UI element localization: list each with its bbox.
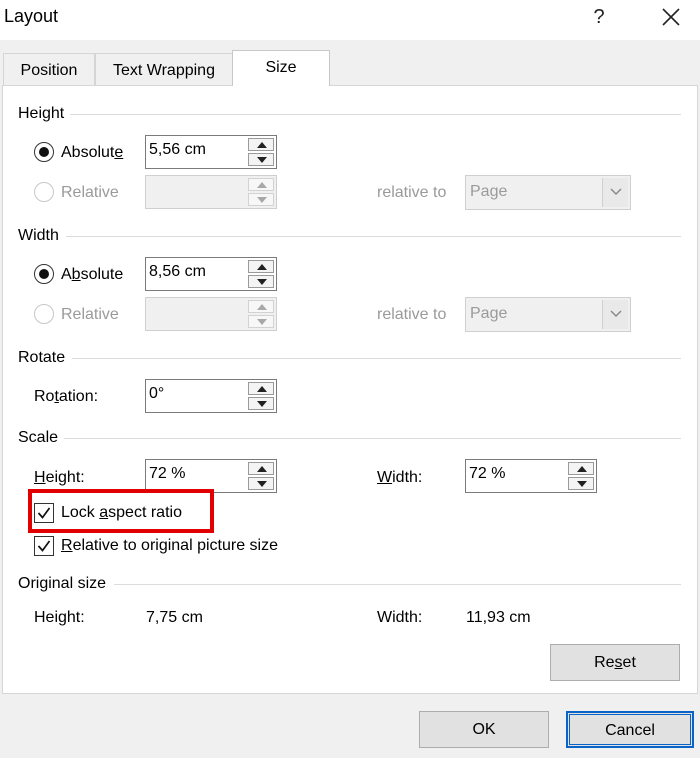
chevron-down-icon [610, 310, 622, 318]
height-absolute-label: Absolute [61, 144, 124, 161]
width-relative-decrement[interactable] [248, 315, 274, 328]
tab-size[interactable]: Size [232, 50, 330, 86]
height-relative-increment[interactable] [248, 178, 274, 191]
original-size-section-label: Original size [18, 575, 107, 592]
tab-text-wrapping[interactable]: Text Wrapping [95, 53, 233, 86]
section-divider [114, 584, 681, 585]
tab-position[interactable]: Position [3, 53, 95, 86]
width-relative-increment[interactable] [248, 300, 274, 313]
section-divider [70, 114, 681, 115]
arrow-down-icon [257, 197, 267, 203]
scale-height-input[interactable]: 72 % [145, 459, 277, 493]
section-divider [72, 358, 681, 359]
arrow-up-icon [257, 182, 267, 188]
rotation-label: Rotation: [34, 388, 99, 405]
height-absolute-radio[interactable] [34, 142, 54, 162]
arrow-up-icon [577, 466, 587, 472]
chevron-down-icon [610, 188, 622, 196]
width-relative-input[interactable] [145, 297, 277, 331]
scale-width-label: Width: [377, 469, 423, 486]
scale-width-input[interactable]: 72 % [465, 459, 597, 493]
arrow-up-icon [257, 142, 267, 148]
arrow-up-icon [257, 304, 267, 310]
height-relative-input[interactable] [145, 175, 277, 209]
width-absolute-radio[interactable] [34, 264, 54, 284]
window-title: Layout [4, 6, 59, 26]
arrow-up-icon [257, 466, 267, 472]
width-relative-to-select[interactable]: Page [465, 297, 631, 332]
scale-section-label: Scale [18, 429, 59, 446]
original-height-label: Height: [34, 609, 85, 626]
highlight-box [28, 489, 214, 533]
width-absolute-increment[interactable] [248, 260, 274, 273]
scale-height-increment[interactable] [248, 462, 274, 475]
height-section-label: Height [18, 105, 65, 122]
height-absolute-increment[interactable] [248, 138, 274, 151]
reset-button[interactable]: Reset [550, 644, 680, 681]
cancel-button[interactable]: Cancel [566, 711, 694, 748]
height-relative-to-select[interactable]: Page [465, 175, 631, 210]
relative-to-original-checkbox[interactable] [34, 536, 54, 556]
title-bar: Layout ? [0, 0, 700, 40]
height-absolute-decrement[interactable] [248, 153, 274, 166]
width-relative-label: Relative [61, 306, 119, 323]
rotate-section-label: Rotate [18, 349, 66, 366]
section-divider [64, 438, 681, 439]
scale-height-decrement[interactable] [248, 477, 274, 490]
width-absolute-input[interactable]: 8,56 cm [145, 257, 277, 291]
section-divider [66, 236, 681, 237]
height-relative-decrement[interactable] [248, 193, 274, 206]
width-absolute-decrement[interactable] [248, 275, 274, 288]
rotation-input[interactable]: 0° [145, 379, 277, 413]
close-icon [662, 8, 680, 26]
arrow-down-icon [257, 319, 267, 325]
scale-width-increment[interactable] [568, 462, 594, 475]
original-width-value: 11,93 cm [466, 609, 531, 626]
rotation-decrement[interactable] [248, 397, 274, 410]
arrow-down-icon [257, 279, 267, 285]
relative-to-original-label: Relative to original picture size [61, 537, 278, 554]
height-relative-to-label: relative to [377, 184, 447, 201]
height-relative-label: Relative [61, 184, 119, 201]
height-relative-radio[interactable] [34, 182, 54, 202]
arrow-down-icon [257, 401, 267, 407]
close-button[interactable] [656, 2, 686, 32]
help-button[interactable]: ? [588, 3, 610, 31]
arrow-up-icon [257, 386, 267, 392]
ok-button[interactable]: OK [419, 711, 549, 748]
arrow-down-icon [257, 481, 267, 487]
arrow-down-icon [257, 157, 267, 163]
original-height-value: 7,75 cm [146, 609, 203, 626]
scale-height-label: Height: [34, 469, 85, 486]
arrow-down-icon [577, 481, 587, 487]
original-width-label: Width: [377, 609, 423, 626]
width-absolute-label: Absolute [61, 266, 124, 283]
height-absolute-input[interactable]: 5,56 cm [145, 135, 277, 169]
rotation-increment[interactable] [248, 382, 274, 395]
arrow-up-icon [257, 264, 267, 270]
width-section-label: Width [18, 227, 59, 244]
width-relative-to-label: relative to [377, 306, 447, 323]
checkmark-icon [37, 540, 51, 552]
width-relative-radio[interactable] [34, 304, 54, 324]
scale-width-decrement[interactable] [568, 477, 594, 490]
